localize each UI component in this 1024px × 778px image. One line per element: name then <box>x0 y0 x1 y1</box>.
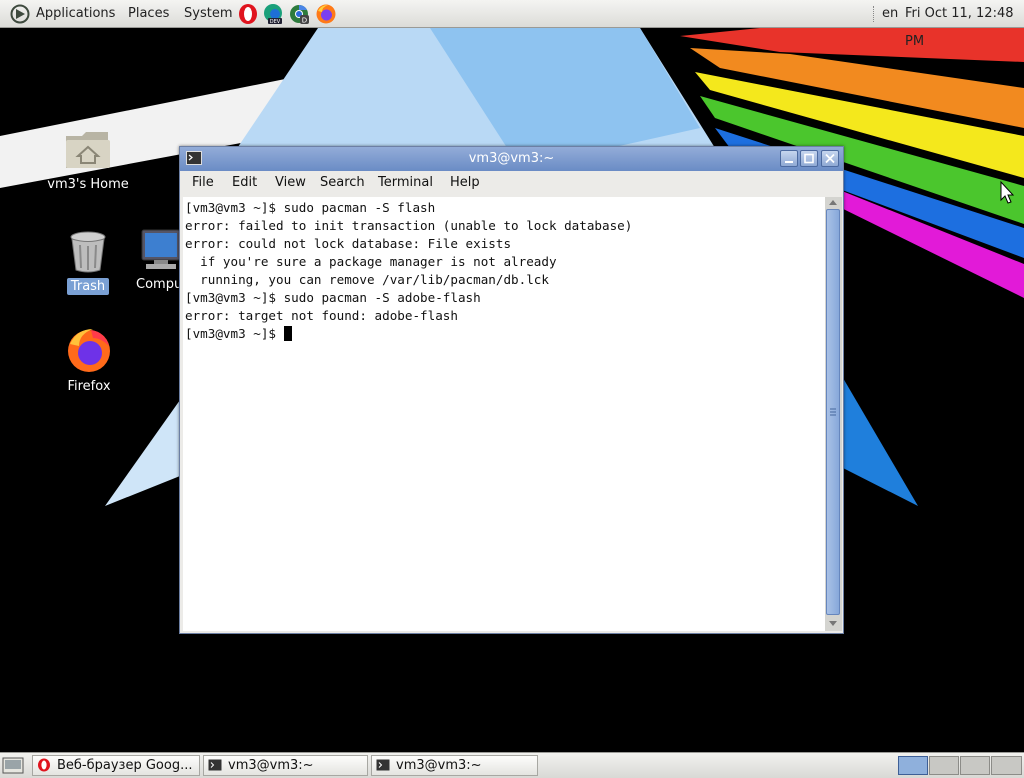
desktop-icon-label: Trash <box>66 278 110 295</box>
edge-dev-icon[interactable]: DEV <box>262 3 284 25</box>
show-desktop-icon[interactable] <box>2 757 24 774</box>
menu-search[interactable]: Search <box>320 171 365 195</box>
menu-help[interactable]: Help <box>450 171 480 195</box>
minimize-icon <box>785 161 793 163</box>
desktop-icon-firefox[interactable]: Firefox <box>56 326 122 395</box>
computer-icon <box>141 229 181 269</box>
firefox-icon[interactable] <box>315 3 337 25</box>
close-button[interactable] <box>821 150 839 167</box>
output-line: error: target not found: adobe-flash <box>185 308 458 323</box>
maximize-button[interactable] <box>800 150 818 167</box>
top-panel: Applications Places System DEV D en Fri … <box>0 0 1024 49</box>
output-line: running, you can remove /var/lib/pacman/… <box>185 272 549 287</box>
terminal-icon <box>208 759 222 771</box>
workspace-4[interactable] <box>991 756 1022 775</box>
output-line: [vm3@vm3 ~]$ sudo pacman -S flash <box>185 200 436 215</box>
taskbar-item-terminal[interactable]: vm3@vm3:~ <box>203 755 368 776</box>
desktop-icon-trash[interactable]: Trash <box>62 230 114 295</box>
desktop-icon-label: vm3's Home <box>47 177 129 192</box>
svg-text:DEV: DEV <box>270 19 281 25</box>
opera-icon <box>38 758 50 772</box>
menu-edit[interactable]: Edit <box>232 171 257 195</box>
terminal-output-area[interactable]: [vm3@vm3 ~]$ sudo pacman -S flash error:… <box>183 197 825 631</box>
menu-file[interactable]: File <box>192 171 214 195</box>
keyboard-layout-indicator[interactable]: en <box>882 0 898 28</box>
grip-icon <box>830 408 836 416</box>
output-line: if you're sure a package manager is not … <box>185 254 557 269</box>
system-menu[interactable]: System <box>184 0 232 28</box>
firefox-icon <box>68 329 110 372</box>
workspace-2[interactable] <box>929 756 959 775</box>
vertical-scrollbar[interactable] <box>825 197 842 631</box>
applications-logo-icon[interactable] <box>10 4 30 24</box>
output-line: [vm3@vm3 ~]$ sudo pacman -S adobe-flash <box>185 290 481 305</box>
terminal-window[interactable]: vm3@vm3:~ File Edit View Search Terminal… <box>179 146 844 634</box>
maximize-icon <box>804 153 814 164</box>
taskbar-item-label: Веб-браузер Goog... <box>57 758 193 773</box>
svg-text:D: D <box>302 17 307 25</box>
terminal-icon <box>376 759 390 771</box>
clock[interactable]: Fri Oct 11, 12:48 PM <box>905 0 1024 49</box>
terminal-titlebar[interactable]: vm3@vm3:~ <box>180 147 843 171</box>
workspace-1[interactable] <box>898 756 928 775</box>
output-line: error: failed to init transaction (unabl… <box>185 218 633 233</box>
places-menu[interactable]: Places <box>128 0 169 28</box>
taskbar-item-label: vm3@vm3:~ <box>228 758 314 773</box>
trash-icon <box>70 231 106 273</box>
scroll-down-arrow-icon[interactable] <box>829 621 837 626</box>
applications-menu[interactable]: Applications <box>36 0 115 28</box>
taskbar-item-terminal[interactable]: vm3@vm3:~ <box>371 755 538 776</box>
text-cursor <box>283 326 292 341</box>
output-line: error: could not lock database: File exi… <box>185 236 512 251</box>
menu-view[interactable]: View <box>275 171 306 195</box>
terminal-menubar: File Edit View Search Terminal Help <box>180 171 843 195</box>
opera-icon[interactable] <box>237 3 259 25</box>
prompt: [vm3@vm3 ~]$ <box>185 326 284 341</box>
tray-separator <box>873 6 876 22</box>
workspace-3[interactable] <box>960 756 990 775</box>
taskbar-item-label: vm3@vm3:~ <box>396 758 482 773</box>
menu-terminal[interactable]: Terminal <box>378 171 433 195</box>
desktop-icon-label: Compu <box>136 277 182 292</box>
chrome-dev-icon[interactable]: D <box>288 3 310 25</box>
scroll-up-arrow-icon[interactable] <box>829 200 837 205</box>
minimize-button[interactable] <box>780 150 798 167</box>
desktop-icon-computer[interactable]: Compu <box>134 228 182 293</box>
scrollbar-thumb[interactable] <box>826 209 840 615</box>
bottom-panel: Веб-браузер Goog... vm3@vm3:~ vm3@vm3:~ <box>0 752 1024 778</box>
desktop-icon-home[interactable]: vm3's Home <box>40 128 136 193</box>
terminal-title: vm3@vm3:~ <box>468 151 555 166</box>
home-folder-icon <box>66 132 110 168</box>
desktop-icon-label: Firefox <box>67 379 111 394</box>
taskbar-item-browser[interactable]: Веб-браузер Goog... <box>32 755 200 776</box>
close-icon <box>825 153 835 164</box>
